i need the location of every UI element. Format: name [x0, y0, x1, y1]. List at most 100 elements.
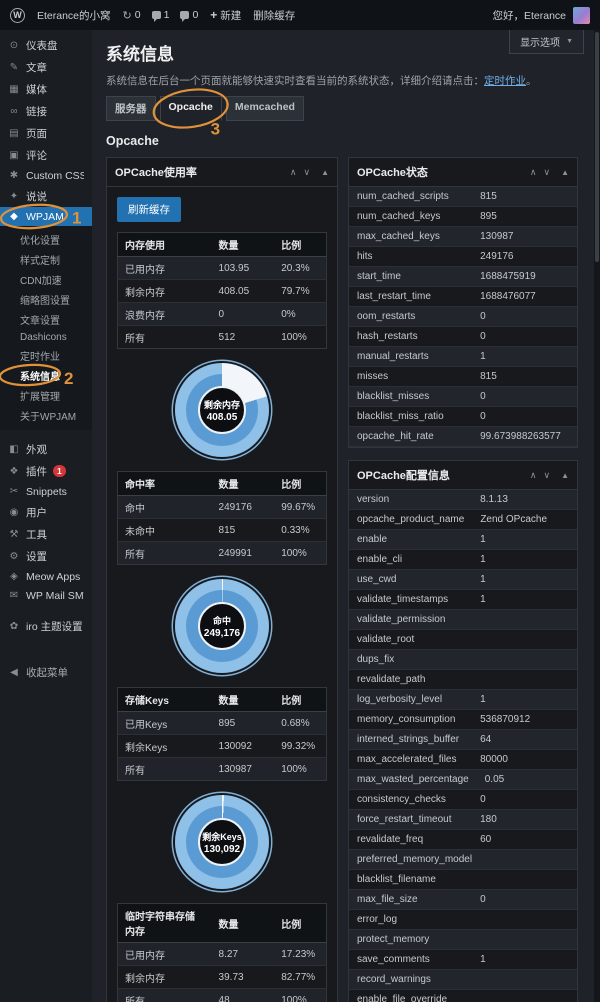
stat-key: record_warnings: [357, 974, 431, 985]
sidebar-subitem-4[interactable]: 文章设置: [0, 309, 92, 329]
sidebar-item-links[interactable]: ∞ 链接: [0, 100, 92, 122]
stat-value: [472, 970, 577, 989]
howdy-text[interactable]: 您好，Eterance: [492, 8, 566, 23]
sidebar-item-tools[interactable]: ⚒ 工具: [0, 523, 92, 545]
stat-key: max_file_size: [357, 894, 418, 905]
panel-header: OPCache使用率 ∧ ∨ ▲: [107, 158, 337, 187]
move-up-icon[interactable]: ∧: [530, 470, 537, 481]
sidebar-item-plugins[interactable]: ❖ 插件 1: [0, 460, 92, 482]
sidebar-item-customcss[interactable]: ✱ Custom CSS & JS: [0, 166, 92, 185]
move-up-icon[interactable]: ∧: [530, 167, 537, 178]
sidebar-item-comments[interactable]: ▣ 评论: [0, 144, 92, 166]
move-down-icon[interactable]: ∨: [543, 470, 550, 481]
sidebar-item-label: 仪表盘: [26, 39, 58, 52]
donut-center: 命中 249,176: [198, 602, 246, 650]
sidebar-item-label: Snippets: [26, 485, 67, 498]
table-cell: 0.68%: [281, 717, 310, 729]
site-name-link[interactable]: Eterance的小窝: [37, 8, 111, 23]
stat-key: validate_permission: [357, 614, 446, 625]
sidebar-subitem-2[interactable]: CDN加速: [0, 269, 92, 289]
donut-label: 剩余Keys: [202, 831, 242, 842]
stat-value: 80000: [480, 754, 508, 765]
sidebar-subitem-8[interactable]: 扩展管理: [0, 385, 92, 405]
stat-row: enable_cli 1: [349, 550, 577, 570]
stat-value: 1688476077: [480, 291, 536, 302]
sidebar-item-shuoshuo[interactable]: ✦ 说说: [0, 185, 92, 207]
tab-opcache[interactable]: Opcache: [159, 96, 222, 121]
table-row: 剩余内存 408.05 79.7%: [117, 279, 327, 303]
table-cell: 剩余内存: [125, 287, 165, 299]
sidebar-item-pages[interactable]: ▤ 页面: [0, 122, 92, 144]
move-down-icon[interactable]: ∨: [303, 167, 310, 178]
table-row: 命中 249176 99.67%: [117, 495, 327, 519]
comments-badge[interactable]: 1: [151, 9, 169, 22]
sidebar-item-meow[interactable]: ◈ Meow Apps: [0, 567, 92, 586]
toggle-panel-icon[interactable]: ▲: [561, 471, 569, 480]
wordpress-logo-icon[interactable]: W: [10, 7, 25, 23]
sidebar-item-appearance[interactable]: ◧ 外观: [0, 438, 92, 460]
stat-value: 1: [480, 954, 486, 965]
sidebar-subitem-1[interactable]: 样式定制: [0, 249, 92, 269]
sidebar-item-dashboard[interactable]: ⊙ 仪表盘: [0, 34, 92, 56]
sidebar-subitem-7[interactable]: 系统信息: [0, 365, 92, 385]
sidebar-subitem-6[interactable]: 定时作业: [0, 345, 92, 365]
donut-label: 命中: [212, 615, 231, 626]
table-cell: 100%: [281, 331, 307, 343]
section-heading: Opcache: [106, 134, 159, 148]
sidebar-subitem-3[interactable]: 缩略图设置: [0, 289, 92, 309]
toggle-panel-icon[interactable]: ▲: [321, 168, 329, 177]
table-row: 所有 130987 100%: [117, 757, 327, 781]
collapse-menu-button[interactable]: ◀ 收起菜单: [0, 661, 92, 683]
table-cell: 浪费内存: [125, 310, 165, 322]
sidebar-item-users[interactable]: ◉ 用户: [0, 501, 92, 523]
refresh-cache-button[interactable]: 刷新缓存: [117, 197, 181, 222]
sidebar-item-iro[interactable]: ✿ iro 主题设置: [0, 615, 92, 637]
avatar[interactable]: [573, 6, 590, 24]
collapse-icon: ◀: [10, 666, 18, 678]
stat-row: max_accelerated_files 80000: [349, 750, 577, 770]
dashboard-columns: OPCache使用率 ∧ ∨ ▲ 刷新缓存 内存使用 数量 比例 已用内存 103.95…: [106, 157, 578, 1002]
toggle-panel-icon[interactable]: ▲: [561, 168, 569, 177]
meow-icon: ◈: [10, 571, 18, 582]
notifications-badge[interactable]: 0: [180, 9, 198, 22]
stat-key: enable_file_override: [357, 994, 448, 1002]
screen-options-button[interactable]: 显示选项 ▼: [509, 30, 584, 54]
column-header: 数量: [211, 903, 275, 943]
table-cell: 已用内存: [125, 264, 165, 276]
stat-key: opcache_product_name: [357, 514, 465, 525]
sidebar-subitem-9[interactable]: 关于WPJAM: [0, 405, 92, 425]
stat-row: record_warnings: [349, 970, 577, 990]
sidebar-item-settings[interactable]: ⚙ 设置: [0, 545, 92, 567]
flush-cache-button[interactable]: 删除缓存: [253, 8, 295, 23]
chevron-down-icon: ▼: [566, 38, 573, 45]
scheduled-jobs-link[interactable]: 定时作业: [484, 75, 526, 87]
move-up-icon[interactable]: ∧: [290, 167, 297, 178]
table-cell: 815: [218, 524, 236, 536]
stat-key: num_cached_keys: [357, 211, 441, 222]
sidebar-item-wpjam[interactable]: ◆ WPJAM: [0, 207, 92, 226]
stat-value: 8.1.13: [480, 494, 508, 505]
sidebar-subitem-0[interactable]: 优化设置: [0, 229, 92, 249]
sidebar-item-label: 链接: [26, 105, 47, 118]
sidebar-item-mail[interactable]: ✉ WP Mail SMTP: [0, 586, 92, 605]
stat-key: error_log: [357, 914, 398, 925]
sidebar-subitem-5[interactable]: Dashicons: [0, 329, 92, 345]
stat-value: 1: [480, 574, 486, 585]
updates-badge[interactable]: ↻ 0: [123, 9, 141, 22]
sidebar-item-media[interactable]: ▦ 媒体: [0, 78, 92, 100]
tab-server[interactable]: 服务器: [106, 96, 156, 121]
move-down-icon[interactable]: ∨: [543, 167, 550, 178]
new-content-button[interactable]: + 新建: [210, 8, 241, 23]
column-header: 比例: [274, 903, 327, 943]
page-scrollbar[interactable]: [594, 30, 600, 1002]
usage-table: 临时字符串存储内存 数量 比例 已用内存 8.27 17.23% 剩余内存 39.73 82.7…: [117, 903, 327, 1002]
scrollbar-thumb[interactable]: [595, 32, 599, 262]
notifications-icon: [180, 11, 190, 22]
sidebar-item-snippets[interactable]: ✂ Snippets: [0, 482, 92, 501]
donut-label: 剩余内存: [203, 399, 240, 410]
column-header: 数量: [211, 687, 275, 712]
comments-icon: [151, 11, 161, 22]
stat-row: log_verbosity_level 1: [349, 690, 577, 710]
tab-memcached[interactable]: Memcached: [225, 96, 304, 121]
sidebar-item-posts[interactable]: ✎ 文章: [0, 56, 92, 78]
